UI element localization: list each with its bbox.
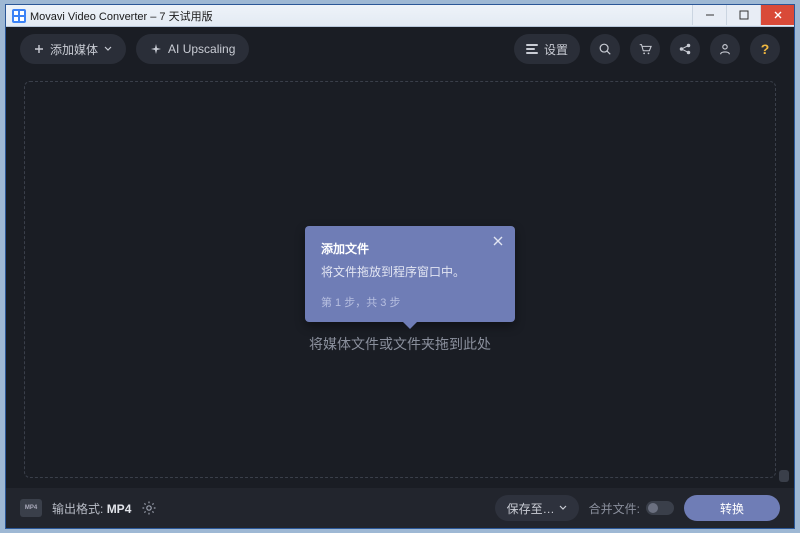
convert-button[interactable]: 转换 bbox=[684, 495, 780, 521]
window-title: Movavi Video Converter – 7 天试用版 bbox=[30, 8, 213, 24]
top-toolbar: 添加媒体 AI Upscaling 设置 bbox=[6, 27, 794, 71]
share-button[interactable] bbox=[670, 34, 700, 64]
search-button[interactable] bbox=[590, 34, 620, 64]
ai-upscaling-label: AI Upscaling bbox=[168, 42, 235, 56]
window-titlebar: Movavi Video Converter – 7 天试用版 bbox=[6, 5, 794, 27]
menu-icon bbox=[526, 44, 538, 54]
user-icon bbox=[718, 42, 732, 56]
add-media-label: 添加媒体 bbox=[50, 41, 98, 58]
maximize-button[interactable] bbox=[726, 5, 760, 25]
cart-icon bbox=[638, 42, 652, 56]
merge-label: 合并文件: bbox=[589, 500, 640, 517]
close-icon bbox=[492, 235, 504, 247]
merge-toggle[interactable] bbox=[646, 501, 674, 515]
gear-icon bbox=[141, 500, 157, 516]
chevron-down-icon bbox=[104, 45, 112, 53]
app-window: Movavi Video Converter – 7 天试用版 添加媒体 AI … bbox=[5, 4, 795, 529]
popover-body: 将文件拖放到程序窗口中。 bbox=[321, 263, 499, 280]
add-media-button[interactable]: 添加媒体 bbox=[20, 34, 126, 64]
cart-button[interactable] bbox=[630, 34, 660, 64]
format-badge-icon: MP4 bbox=[20, 499, 42, 517]
drop-zone-hint: 将媒体文件或文件夹拖到此处 bbox=[309, 334, 491, 354]
chevron-down-icon bbox=[559, 504, 567, 512]
ai-upscaling-button[interactable]: AI Upscaling bbox=[136, 34, 249, 64]
settings-button[interactable]: 设置 bbox=[514, 34, 580, 64]
app-body: 添加媒体 AI Upscaling 设置 bbox=[6, 27, 794, 528]
help-icon: ? bbox=[761, 41, 770, 57]
format-settings-button[interactable] bbox=[141, 500, 157, 516]
scrollbar-thumb[interactable] bbox=[779, 470, 789, 482]
account-button[interactable] bbox=[710, 34, 740, 64]
onboarding-popover: 添加文件 将文件拖放到程序窗口中。 第 1 步，共 3 步 bbox=[305, 226, 515, 322]
minimize-button[interactable] bbox=[692, 5, 726, 25]
window-control-buttons bbox=[692, 5, 794, 26]
merge-files-control: 合并文件: bbox=[589, 500, 674, 517]
plus-icon bbox=[34, 44, 44, 54]
drop-zone[interactable]: 将媒体文件或文件夹拖到此处 添加文件 将文件拖放到程序窗口中。 第 1 步，共 … bbox=[24, 81, 776, 478]
settings-label: 设置 bbox=[544, 41, 568, 58]
output-format: 输出格式: MP4 bbox=[52, 500, 131, 517]
save-to-label: 保存至… bbox=[507, 500, 555, 517]
search-icon bbox=[598, 42, 612, 56]
popover-title: 添加文件 bbox=[321, 240, 499, 257]
share-icon bbox=[678, 42, 692, 56]
output-format-label: 输出格式: bbox=[52, 502, 103, 516]
close-button[interactable] bbox=[760, 5, 794, 25]
output-format-value: MP4 bbox=[107, 502, 132, 516]
app-logo-icon bbox=[12, 9, 26, 23]
popover-close-button[interactable] bbox=[489, 232, 507, 250]
bottom-bar: MP4 输出格式: MP4 保存至… 合并文件: 转换 bbox=[6, 488, 794, 528]
convert-label: 转换 bbox=[720, 500, 744, 517]
popover-step: 第 1 步，共 3 步 bbox=[321, 294, 499, 310]
sparkle-icon bbox=[150, 43, 162, 55]
help-button[interactable]: ? bbox=[750, 34, 780, 64]
save-to-button[interactable]: 保存至… bbox=[495, 495, 579, 521]
